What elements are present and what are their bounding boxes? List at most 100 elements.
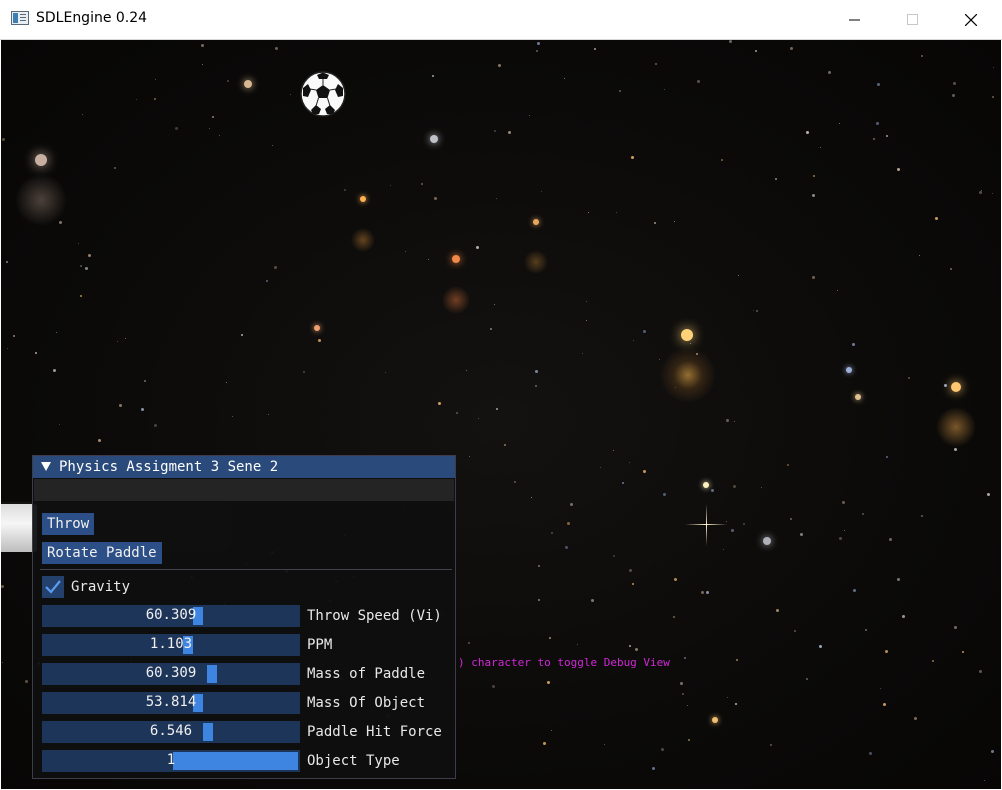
star — [674, 578, 677, 581]
star — [209, 128, 210, 129]
star — [82, 114, 83, 115]
star — [98, 439, 101, 442]
star — [775, 178, 777, 180]
galaxy — [360, 196, 366, 202]
star — [865, 629, 867, 631]
star — [227, 80, 229, 82]
star — [59, 221, 62, 224]
star — [303, 371, 305, 373]
star — [883, 703, 886, 706]
panel-title-bar[interactable]: Physics Assigment 3 Sene 2 — [33, 456, 455, 478]
star — [688, 739, 690, 741]
star — [7, 348, 8, 349]
star — [496, 408, 498, 410]
star — [114, 167, 116, 169]
star — [428, 259, 429, 260]
star — [432, 75, 434, 77]
star — [226, 382, 227, 383]
maximize-icon — [907, 14, 918, 25]
slider-throw-speed-vi[interactable]: 60.309 — [42, 605, 300, 627]
star — [770, 744, 772, 746]
app-window-icon — [11, 11, 29, 25]
star — [919, 255, 920, 256]
star — [876, 122, 879, 125]
star — [684, 657, 686, 659]
star — [954, 448, 957, 451]
triangle-down-icon[interactable] — [41, 462, 51, 471]
close-button[interactable] — [942, 0, 1000, 39]
star — [790, 518, 792, 520]
star — [155, 79, 156, 80]
star — [478, 418, 479, 419]
star — [202, 64, 203, 65]
star — [828, 71, 831, 74]
star — [726, 419, 729, 422]
star — [80, 265, 82, 267]
star — [991, 750, 994, 753]
slider-ppm[interactable]: 1.103 — [42, 634, 300, 656]
star — [897, 168, 900, 171]
bright-star-spike — [706, 504, 707, 546]
minimize-button[interactable] — [826, 0, 884, 39]
star — [6, 261, 8, 263]
star — [690, 343, 691, 344]
star — [701, 591, 704, 594]
rotate-paddle-button[interactable]: Rotate Paddle — [42, 542, 162, 564]
star — [726, 521, 727, 522]
galaxy — [314, 325, 320, 331]
star — [877, 83, 880, 86]
star — [794, 630, 796, 632]
star — [438, 402, 441, 405]
star — [734, 421, 735, 422]
star — [586, 320, 587, 321]
star — [844, 530, 845, 531]
star — [141, 408, 144, 411]
star — [476, 246, 479, 249]
star — [661, 748, 664, 751]
star — [629, 462, 630, 463]
star — [78, 243, 79, 244]
slider-value: 1 — [166, 752, 176, 768]
star — [119, 404, 122, 407]
slider-mass-of-object[interactable]: 53.814 — [42, 692, 300, 714]
galaxy — [430, 135, 438, 143]
star — [897, 578, 900, 581]
star — [80, 295, 82, 297]
slider-paddle-hit-force[interactable]: 6.546 — [42, 721, 300, 743]
star — [468, 642, 470, 644]
slider-mass-of-paddle[interactable]: 60.309 — [42, 663, 300, 685]
star — [776, 609, 779, 612]
star — [635, 648, 638, 651]
star — [619, 90, 621, 92]
star — [727, 697, 728, 698]
physics-panel[interactable]: Physics Assigment 3 Sene 2 Throw Rotate … — [32, 455, 456, 779]
star — [696, 353, 698, 355]
star — [622, 482, 624, 484]
star — [753, 310, 754, 311]
throw-button[interactable]: Throw — [42, 513, 95, 535]
star — [616, 212, 617, 213]
star — [880, 688, 881, 689]
galaxy — [703, 482, 709, 488]
star — [655, 63, 657, 65]
star — [812, 194, 815, 197]
star — [154, 98, 156, 100]
maximize-button[interactable] — [884, 0, 942, 39]
star — [706, 591, 709, 594]
debug-view-hint: ) character to toggle Debug View — [458, 656, 670, 669]
star — [729, 40, 732, 43]
star — [952, 94, 955, 97]
star — [201, 44, 204, 47]
slider-value: 1.103 — [149, 636, 193, 652]
star — [643, 330, 646, 333]
star — [862, 513, 864, 515]
star — [921, 515, 923, 517]
star — [274, 266, 277, 269]
slider-object-type[interactable]: 1 — [42, 750, 300, 772]
star — [551, 730, 552, 731]
galaxy — [763, 537, 771, 545]
star — [761, 487, 762, 488]
star — [125, 338, 126, 339]
star — [117, 341, 118, 342]
gravity-checkbox[interactable] — [42, 576, 64, 598]
